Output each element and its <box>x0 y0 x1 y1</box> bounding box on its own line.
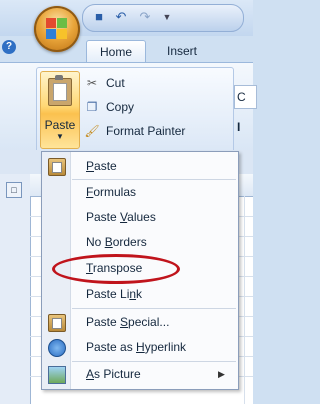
row-headers <box>0 174 31 404</box>
font-name-box[interactable]: C <box>234 85 257 109</box>
save-icon[interactable]: ■ <box>91 9 107 25</box>
format-painter-label: Format Painter <box>106 124 186 138</box>
format-painter-button[interactable]: 🖌 Format Painter <box>84 121 185 141</box>
paste-icon <box>48 158 66 176</box>
menu-item-paste[interactable]: Paste <box>42 154 238 178</box>
menu-item-paste-special[interactable]: Paste Special... <box>42 310 238 334</box>
copy-button[interactable]: ❐ Copy <box>84 97 134 117</box>
picture-icon <box>48 366 66 384</box>
quick-access-toolbar: ■ ↶ ↷ ▼ <box>82 4 244 32</box>
sheet-corner-icon[interactable]: □ <box>6 182 22 198</box>
paste-button-label: Paste <box>44 118 76 132</box>
office-button[interactable] <box>34 6 80 52</box>
menu-item-no-borders[interactable]: No Borders <box>42 230 238 254</box>
copy-icon: ❐ <box>86 100 98 114</box>
cut-button[interactable]: ✂ Cut <box>84 73 125 93</box>
undo-icon[interactable]: ↶ <box>113 9 129 25</box>
tab-insert[interactable]: Insert <box>152 40 212 62</box>
submenu-arrow-icon: ▶ <box>218 369 225 379</box>
menu-item-as-picture[interactable]: As Picture ▶ <box>42 362 238 386</box>
paintbrush-icon: 🖌 <box>84 124 100 138</box>
copy-label: Copy <box>106 100 135 114</box>
tab-home[interactable]: Home <box>86 40 146 63</box>
menu-item-paste-as-hyperlink[interactable]: Paste as Hyperlink <box>42 335 238 359</box>
clipboard-icon <box>48 75 72 106</box>
chevron-down-icon: ▼ <box>56 132 64 141</box>
menu-item-paste-link[interactable]: Paste Link <box>42 282 238 306</box>
paste-button[interactable]: Paste ▼ <box>40 71 80 149</box>
paste-special-icon <box>48 314 66 332</box>
hyperlink-icon <box>48 339 66 357</box>
cut-label: Cut <box>106 76 125 90</box>
bold-button[interactable]: I <box>234 117 256 137</box>
scissors-icon: ✂ <box>86 76 98 90</box>
chevron-down-icon[interactable]: ▼ <box>159 9 175 25</box>
redo-icon[interactable]: ↷ <box>137 9 153 25</box>
menu-item-paste-values[interactable]: Paste Values <box>42 205 238 229</box>
highlight-ellipse <box>52 254 180 284</box>
ribbon: Paste ▼ ✂ Cut ❐ Copy 🖌 Format Painter C I <box>0 62 257 153</box>
menu-item-formulas[interactable]: Formulas <box>42 180 238 204</box>
office-logo-icon <box>46 18 68 40</box>
